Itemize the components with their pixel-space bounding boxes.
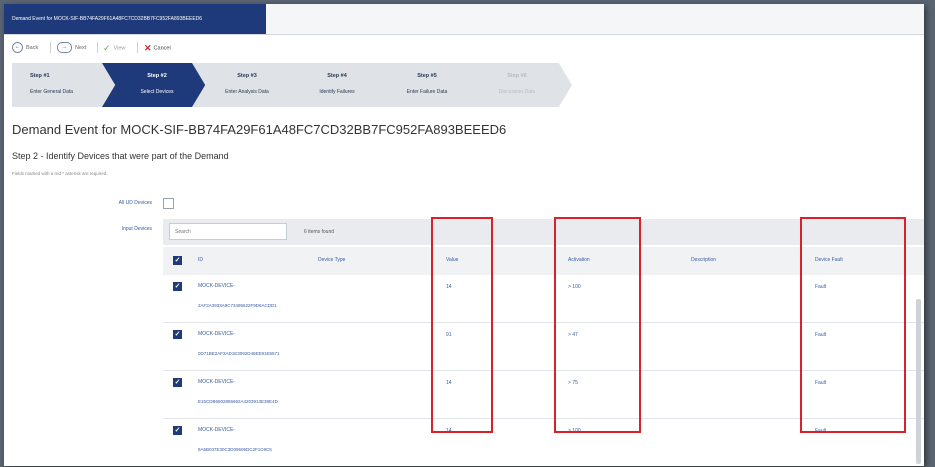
wizard-step-label: Enter General Data (30, 89, 74, 95)
input-devices-label: Input Devices (121, 226, 152, 232)
row-checkbox[interactable]: ✓ (173, 426, 182, 435)
device-id-link[interactable]: MOCK-DEVICE- (198, 427, 235, 433)
next-button[interactable]: → Next (57, 42, 86, 54)
wizard-step-number: Step #6 (507, 73, 527, 79)
device-id-link[interactable]: MOCK-DEVICE- (198, 331, 235, 337)
required-fields-note: Fields marked with a red * asterisk are … (12, 171, 108, 176)
value-column-highlight (431, 217, 493, 433)
check-icon: ✓ (174, 379, 181, 386)
wizard-step-1[interactable]: Step #1 Enter General Data (12, 63, 122, 107)
view-button-label: View (113, 45, 126, 52)
step-heading: Step 2 - Identify Devices that were part… (12, 151, 229, 161)
close-icon: ✕ (144, 43, 152, 53)
cancel-button[interactable]: ✕ Cancel (144, 42, 171, 54)
row-checkbox[interactable]: ✓ (173, 330, 182, 339)
all-ud-devices-label: All UD Devices (118, 200, 152, 206)
arrow-right-icon: → (57, 42, 72, 54)
device-id-suffix[interactable]: 2AF2A3933A9C73495622F9D6ACDD1 (198, 303, 277, 308)
tab-demand-event[interactable]: Demand Event for MOCK-SIF-BB74FA29F61A48… (4, 4, 266, 34)
next-button-label: Next (75, 45, 87, 51)
column-header-description[interactable]: Description (691, 257, 716, 263)
activation-column-highlight (554, 217, 641, 433)
device-id-link[interactable]: MOCK-DEVICE- (198, 379, 235, 385)
toolbar-divider (137, 42, 138, 53)
arrow-left-icon: ← (12, 42, 23, 54)
row-checkbox[interactable]: ✓ (173, 282, 182, 291)
device-id-suffix[interactable]: 9A5B037E30C3D09506DC2F1C9C5 (198, 447, 272, 452)
device-id-link[interactable]: MOCK-DEVICE- (198, 283, 235, 289)
wizard-step-2[interactable]: Step #2 Select Devices (102, 63, 212, 107)
toolbar-divider (50, 42, 51, 53)
device-id-suffix[interactable]: 0D71BE2AF3AD1E3092D46EE91E5571 (198, 351, 280, 356)
wizard-step-number: Step #1 (30, 73, 50, 79)
toolbar: ← Back → Next ✓ View ✕ Cancel (4, 35, 924, 60)
toolbar-divider (97, 42, 98, 53)
wizard-step-number: Step #2 (147, 73, 167, 79)
check-icon: ✓ (103, 43, 111, 53)
wizard-step-4[interactable]: Step #4 Identify Failures (282, 63, 392, 107)
column-header-id[interactable]: ID (198, 257, 203, 263)
select-all-checkbox[interactable]: ✓ (173, 256, 182, 265)
items-found-count: 6 items found (304, 229, 335, 235)
page-title: Demand Event for MOCK-SIF-BB74FA29F61A48… (12, 122, 507, 137)
search-input[interactable] (169, 223, 287, 240)
view-button[interactable]: ✓ View (103, 42, 125, 54)
all-ud-devices-checkbox[interactable] (163, 198, 174, 209)
wizard-step-label: Discussion Data (498, 89, 536, 95)
wizard-step-number: Step #4 (327, 73, 347, 79)
check-icon: ✓ (174, 283, 181, 290)
wizard-step-number: Step #5 (417, 73, 437, 79)
grid-scrollbar[interactable] (916, 299, 921, 464)
cancel-button-label: Cancel (153, 45, 171, 52)
check-icon: ✓ (174, 331, 181, 338)
wizard-step-label: Enter Failure Data (406, 89, 448, 95)
check-icon: ✓ (174, 257, 181, 264)
wizard-step-6: Step #6 Discussion Data (462, 63, 572, 107)
device-fault-column-highlight (800, 217, 906, 433)
wizard-step-3[interactable]: Step #3 Enter Analysis Data (192, 63, 302, 107)
back-button[interactable]: ← Back (12, 42, 38, 54)
column-header-device-type[interactable]: Device Type (318, 257, 345, 263)
back-button-label: Back (26, 45, 39, 51)
app-window: Demand Event for MOCK-SIF-BB74FA29F61A48… (4, 4, 924, 466)
tab-bar: Demand Event for MOCK-SIF-BB74FA29F61A48… (4, 4, 924, 35)
row-checkbox[interactable]: ✓ (173, 378, 182, 387)
device-id-suffix[interactable]: E15CDB6502855692A4203913E39E4D (198, 399, 278, 404)
check-icon: ✓ (174, 427, 181, 434)
wizard-step-number: Step #3 (237, 73, 257, 79)
wizard-step-label: Enter Analysis Data (225, 89, 269, 95)
wizard-step-label: Select Devices (140, 89, 174, 95)
wizard-step-5[interactable]: Step #5 Enter Failure Data (372, 63, 482, 107)
wizard-step-label: Identify Failures (319, 89, 355, 95)
